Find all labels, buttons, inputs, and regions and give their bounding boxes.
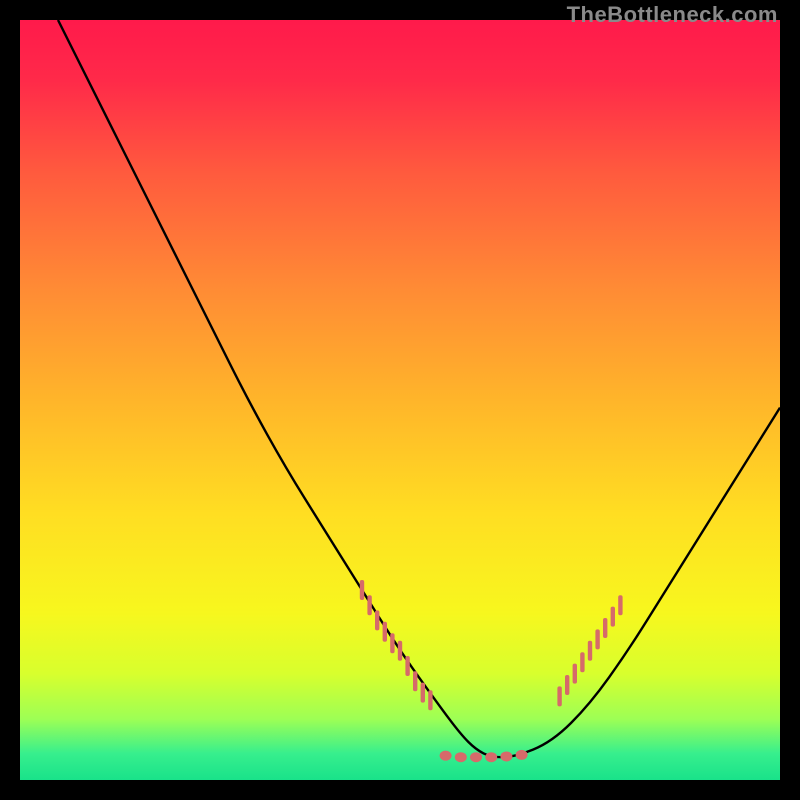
gradient-background bbox=[20, 20, 780, 780]
marker-tick bbox=[618, 595, 622, 615]
marker-tick bbox=[360, 580, 364, 600]
marker-tick bbox=[573, 664, 577, 684]
marker-dot bbox=[500, 751, 512, 761]
marker-dot bbox=[485, 752, 497, 762]
marker-tick bbox=[603, 618, 607, 638]
bottleneck-chart bbox=[20, 20, 780, 780]
marker-tick bbox=[398, 641, 402, 661]
marker-dot bbox=[516, 750, 528, 760]
marker-tick bbox=[413, 671, 417, 691]
marker-tick bbox=[595, 629, 599, 649]
marker-tick bbox=[580, 652, 584, 672]
marker-tick bbox=[405, 656, 409, 676]
chart-frame bbox=[20, 20, 780, 780]
marker-dot bbox=[440, 751, 452, 761]
marker-tick bbox=[375, 610, 379, 630]
watermark-text: TheBottleneck.com bbox=[567, 2, 778, 28]
marker-tick bbox=[383, 622, 387, 642]
marker-tick bbox=[557, 686, 561, 706]
marker-tick bbox=[421, 683, 425, 703]
marker-tick bbox=[588, 641, 592, 661]
marker-tick bbox=[428, 690, 432, 710]
marker-dot bbox=[470, 752, 482, 762]
marker-dot bbox=[455, 752, 467, 762]
marker-tick bbox=[611, 607, 615, 627]
marker-tick bbox=[367, 595, 371, 615]
marker-tick bbox=[565, 675, 569, 695]
marker-tick bbox=[390, 633, 394, 653]
